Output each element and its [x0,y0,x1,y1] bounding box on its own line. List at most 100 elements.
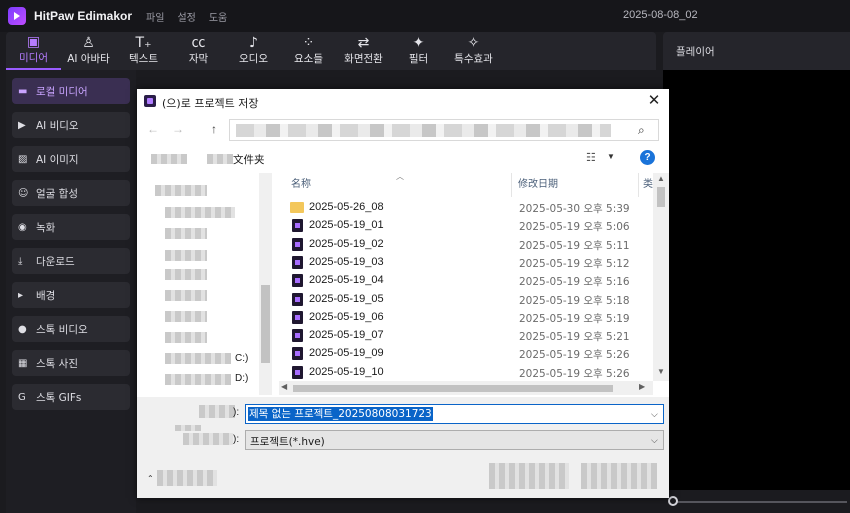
filetype-label: ): [233,434,240,445]
tab-label: 필터 [408,53,429,65]
tab-media[interactable]: ▣ 미디어 [6,32,61,70]
dialog-title: (으)로 프로젝트 저장 [162,97,259,110]
timeline-scrubber[interactable] [677,501,847,503]
file-name: 2025-05-19_07 [309,329,384,342]
nav-item-drive-c[interactable] [165,353,231,364]
up-arrow-icon[interactable]: ↑ [211,122,217,136]
file-row[interactable]: 2025-05-19_022025-05-19 오후 5:11H [287,236,661,254]
back-arrow-icon[interactable]: ← [147,122,159,136]
file-name: 2025-05-19_02 [309,237,384,250]
column-separator[interactable] [638,173,639,197]
nav-item[interactable] [155,185,207,196]
stock-video-icon: ● [18,323,27,335]
column-header-type[interactable]: 类 [643,173,653,197]
sidebar-item-record[interactable]: ◉ 녹화 [12,214,130,240]
menu-file[interactable]: 파일 [146,9,164,24]
filename-input[interactable]: 제목 없는 프로젝트_20250808031723 ⌵ [245,404,664,424]
tab-audio[interactable]: ♪ 오디오 [226,32,281,70]
sidebar-item-folder[interactable]: ▬ 로컬 미디어 [12,78,130,104]
file-row[interactable]: 2025-05-19_032025-05-19 오후 5:12H [287,254,661,272]
column-separator[interactable] [511,173,512,197]
dialog-titlebar: (으)로 프로젝트 저장 ✕ [137,89,669,114]
sidebar-item-ai-image[interactable]: ▨ AI 이미지 [12,146,130,172]
column-header-date[interactable]: 修改日期 [518,173,558,197]
tab-effects[interactable]: ✧ 특수효과 [446,32,501,70]
file-row[interactable]: 2025-05-19_052025-05-19 오후 5:18H [287,291,661,309]
file-name: 2025-05-19_04 [309,274,384,287]
horizontal-scroll-thumb[interactable] [293,385,613,392]
save-button-blurred[interactable] [489,463,569,489]
nav-item[interactable] [165,290,207,301]
sidebar-item-stock-photo[interactable]: ▦ 스톡 사진 [12,350,130,376]
nav-item[interactable] [165,228,207,239]
organize-button-blurred[interactable] [151,154,187,164]
tab-avatar[interactable]: ♙ AI 아바타 [61,32,116,70]
dialog-close-button[interactable]: ✕ [643,91,665,111]
tab-elements[interactable]: ⁘ 요소들 [281,32,336,70]
app-logo-icon [8,7,26,25]
scroll-right-icon[interactable]: ▶ [639,382,645,391]
transition-icon: ⇄ [357,35,370,51]
file-row[interactable]: 2025-05-19_062025-05-19 오후 5:19H [287,309,661,327]
folder-row[interactable]: 2025-05-26_082025-05-30 오후 5:39文 [287,199,664,217]
new-folder-button[interactable]: 文件夹 [233,152,265,167]
nav-scrollbar-thumb[interactable] [261,285,270,363]
scrubber-handle[interactable] [668,496,678,506]
chevron-down-icon[interactable]: ⌵ [651,435,658,446]
file-row[interactable]: 2025-05-19_102025-05-19 오후 5:26H [287,364,661,382]
tab-filter[interactable]: ✦ 필터 [391,32,446,70]
address-bar[interactable]: ⌕ [229,119,659,141]
file-list-horizontal-scrollbar[interactable]: ◀ ▶ [279,381,653,395]
filetype-select[interactable]: 프로젝트(*.hve) ⌵ [245,430,664,450]
view-options-icon[interactable]: ☷ [586,151,596,164]
player-controls [663,490,850,513]
file-row[interactable]: 2025-05-19_012025-05-19 오후 5:06H [287,217,661,235]
column-header-name[interactable]: 名称 [291,173,311,197]
sidebar-item-download[interactable]: ⤓ 다운로드 [12,248,130,274]
nav-item[interactable] [165,207,235,218]
scroll-left-icon[interactable]: ◀ [281,382,287,391]
hide-folders-button-blurred[interactable] [157,470,217,486]
sidebar-item-gif[interactable]: G 스톡 GIFs [12,384,130,410]
file-row[interactable]: 2025-05-19_092025-05-19 오후 5:26H [287,345,661,363]
chevron-down-icon[interactable]: ⌵ [651,409,658,420]
drive-d-label: D:) [235,373,249,384]
scroll-down-icon[interactable]: ▼ [657,367,665,376]
nav-item-drive-d[interactable] [165,374,231,385]
tab-transition[interactable]: ⇄ 화면전환 [336,32,391,70]
vertical-scroll-thumb[interactable] [657,187,665,207]
cancel-button-blurred[interactable] [581,463,657,489]
file-list-vertical-scrollbar[interactable]: ▲ ▼ [653,173,669,381]
player-preview[interactable] [663,70,850,490]
file-modified-date: 2025-05-19 오후 5:11 [519,239,630,252]
media-sidebar: ▬ 로컬 미디어 ▶ AI 비디오 ▨ AI 이미지 ☺ 얼굴 합성 ◉ 녹화 ⤓ 다운로드 ▸ 배경 ● 스… [6,70,136,513]
sidebar-item-ai-video[interactable]: ▶ AI 비디오 [12,112,130,138]
tab-text[interactable]: T₊ 텍스트 [116,32,171,70]
forward-arrow-icon[interactable]: → [172,122,184,136]
nav-scrollbar[interactable] [259,173,272,395]
file-name: 2025-05-19_06 [309,310,384,323]
file-row[interactable]: 2025-05-19_042025-05-19 오후 5:16H [287,272,661,290]
filetype-label-blurred [183,433,233,445]
chevron-down-icon[interactable]: ▼ [607,152,615,161]
filter-icon: ✦ [412,35,425,51]
tab-subtitle[interactable]: ㏄ 자막 [171,32,226,70]
sidebar-item-face-swap[interactable]: ☺ 얼굴 합성 [12,180,130,206]
file-modified-date: 2025-05-19 오후 5:18 [519,294,630,307]
sidebar-item-label: 녹화 [36,221,56,234]
nav-item[interactable] [165,250,207,261]
help-icon[interactable]: ? [640,150,655,165]
menu-help[interactable]: 도움 [209,9,227,24]
hide-folders-chevron-icon[interactable]: ⌃ [147,474,154,483]
sidebar-item-background[interactable]: ▸ 배경 [12,282,130,308]
nav-item[interactable] [165,332,207,343]
menu-settings[interactable]: 설정 [177,9,195,24]
text-icon: T₊ [135,35,152,51]
nav-item[interactable] [165,269,207,280]
sidebar-item-stock-video[interactable]: ● 스톡 비디오 [12,316,130,342]
search-icon[interactable]: ⌕ [638,123,645,138]
nav-item[interactable] [165,311,207,322]
record-icon: ◉ [18,221,27,233]
file-row[interactable]: 2025-05-19_072025-05-19 오후 5:21H [287,327,661,345]
scroll-up-icon[interactable]: ▲ [657,174,665,183]
